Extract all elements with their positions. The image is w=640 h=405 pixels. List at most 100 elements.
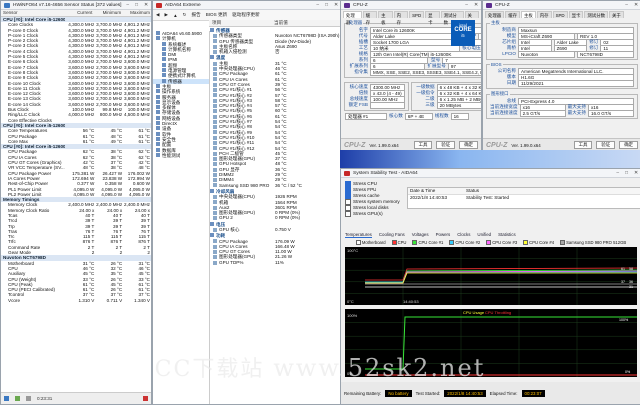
- legend-label: Motherboard: [361, 240, 386, 245]
- legend-item[interactable]: CPU Core #4: [523, 240, 554, 246]
- minimize-icon[interactable]: –: [616, 171, 619, 176]
- tools-button[interactable]: 工具: [413, 141, 433, 149]
- tab-1[interactable]: Cooling Fans: [379, 232, 405, 238]
- stability-titlebar[interactable]: System Stability Test - AIDA64 – □ ✕: [341, 169, 640, 178]
- minimize-icon[interactable]: –: [126, 3, 129, 8]
- sensor-item-value: 36 °C / 52 °C: [275, 182, 302, 188]
- sensor-item-label: DIMM2: [219, 172, 234, 178]
- sensor-row[interactable]: Vcore 1.310 V 0.711 V 1.340 V: [1, 298, 151, 303]
- tab-3[interactable]: Powers: [436, 232, 451, 238]
- log-icon[interactable]: [15, 396, 20, 401]
- tab-6[interactable]: 测试分数: [440, 11, 464, 25]
- aida64-title: AIDA64 Extreme: [165, 2, 201, 8]
- sensor-item[interactable]: GPU TDP% 11%: [210, 260, 341, 265]
- legend-item[interactable]: Samsung SSD 980 PRO 512GB: [560, 240, 626, 246]
- tab-6[interactable]: Statistics: [498, 232, 516, 238]
- up-icon[interactable]: ▲: [173, 13, 178, 18]
- col-minimum[interactable]: Minimum: [93, 10, 122, 16]
- settings-icon[interactable]: [26, 396, 31, 401]
- event-datetime: 2022/1/8 14:40:53: [410, 195, 448, 200]
- hwinfo-titlebar[interactable]: HWiNFO64 v7.16-4656 Sensor Status [372 v…: [1, 1, 151, 10]
- sensor-item-label: GPU Hotspot: [219, 161, 247, 167]
- legend-item[interactable]: CPU Core #2: [449, 240, 480, 246]
- tab-4[interactable]: SPD: [409, 11, 425, 18]
- tab-3[interactable]: 内存: [536, 11, 552, 18]
- stop-icon[interactable]: [143, 396, 148, 401]
- legend-item[interactable]: CPU: [391, 240, 406, 246]
- event-log-row[interactable]: 2022/1/8 14:40:53 Stability Test: Starte…: [408, 195, 640, 200]
- maximize-icon[interactable]: □: [135, 3, 138, 8]
- validate-button[interactable]: 验证: [436, 141, 456, 149]
- tab-4[interactable]: SPD: [552, 11, 568, 18]
- sensor-item-name: Samsung SSD 980 PRO: [210, 183, 275, 188]
- reset-icon[interactable]: [4, 396, 9, 401]
- sensor-item[interactable]: 机箱入侵检测 否: [210, 49, 341, 54]
- close-icon[interactable]: ✕: [634, 3, 638, 8]
- driver-update-button[interactable]: 驱动程序更新: [232, 12, 260, 18]
- ok-button[interactable]: 确定: [459, 141, 478, 149]
- tab-2[interactable]: 主板: [520, 11, 536, 18]
- tab-4[interactable]: Clocks: [457, 232, 470, 238]
- tab-6[interactable]: 测试分数: [584, 11, 608, 18]
- sensor-item[interactable]: GPU 2 0 RPM (0%): [210, 215, 341, 220]
- legend-item[interactable]: CPU Core #1: [412, 240, 443, 246]
- col-item[interactable]: 项目: [209, 20, 274, 26]
- tab-2[interactable]: 主板: [378, 11, 393, 25]
- tab-0[interactable]: Temperatures: [345, 232, 372, 238]
- refresh-icon[interactable]: ↻: [183, 12, 187, 18]
- minimize-icon[interactable]: –: [316, 3, 319, 8]
- tab-0[interactable]: 处理器: [343, 11, 362, 25]
- col-current[interactable]: Current: [65, 10, 94, 16]
- col-sensor[interactable]: Sensor: [1, 10, 65, 16]
- maximize-icon[interactable]: □: [625, 171, 628, 176]
- tab-3[interactable]: 内存: [393, 11, 409, 25]
- sensor-icon: [213, 135, 217, 140]
- processor-select[interactable]: 处理器 #1: [345, 113, 387, 120]
- tab-1[interactable]: 缓存: [505, 11, 520, 18]
- legend-item[interactable]: Motherboard: [355, 240, 386, 246]
- col-value[interactable]: 当前值: [274, 20, 288, 26]
- sensor-icon: [213, 183, 217, 188]
- stress-option-label: Stress GPU(s): [353, 211, 383, 216]
- elapsed-label: Elapsed Time:: [489, 390, 518, 396]
- stress-option[interactable]: Stress GPU(s): [345, 211, 405, 217]
- cpuz2-titlebar[interactable]: CPU-Z – ✕: [483, 1, 640, 10]
- back-icon[interactable]: ◀: [156, 12, 160, 18]
- tab-5[interactable]: 显卡: [425, 11, 440, 25]
- tab-7[interactable]: 关于: [608, 11, 624, 18]
- forward-icon[interactable]: ▶: [165, 12, 169, 18]
- sensor-item[interactable]: Samsung SSD 980 PRO 36 °C / 52 °C: [210, 183, 341, 188]
- col-status[interactable]: Status: [466, 188, 479, 194]
- close-icon[interactable]: ✕: [634, 171, 638, 176]
- close-icon[interactable]: ✕: [144, 3, 148, 8]
- aida64-nav-tree[interactable]: AIDA64 v6.60.5900 计算机 系统概述 计算机名称 DMI IPMI 超频 电源…: [153, 31, 210, 404]
- field-label: LPCIO: [502, 51, 516, 56]
- sensor-icon: [213, 216, 217, 221]
- sensor-item[interactable]: GPU 核心 0.750 V: [210, 227, 341, 232]
- checkbox[interactable]: [345, 211, 351, 217]
- col-maximum[interactable]: Maximum: [122, 10, 151, 16]
- legend-item[interactable]: CPU Core #3: [486, 240, 517, 246]
- minimize-icon[interactable]: –: [465, 3, 468, 8]
- nav-tree-item[interactable]: 性能测试: [153, 152, 209, 158]
- report-button[interactable]: 报告: [192, 12, 201, 18]
- tab-1[interactable]: 缓存: [362, 11, 378, 25]
- tab-5[interactable]: Unified: [477, 232, 491, 238]
- minimize-icon[interactable]: –: [625, 3, 628, 8]
- validate-button[interactable]: 验证: [596, 141, 616, 149]
- aida64-titlebar[interactable]: AIDA64 Extreme – □ ✕: [153, 1, 341, 10]
- close-icon[interactable]: ✕: [474, 3, 478, 8]
- cpuz1-titlebar[interactable]: CPU-Z – ✕: [341, 1, 481, 10]
- tab-5[interactable]: 显卡: [568, 11, 584, 18]
- col-datetime[interactable]: Date & Time: [408, 188, 466, 194]
- maximize-icon[interactable]: □: [325, 3, 328, 8]
- sensor-list[interactable]: CPU [#0]: Intel Core i5-12600K: Cl...Cor…: [1, 17, 151, 393]
- tab-7[interactable]: 关于: [464, 11, 479, 25]
- tools-button[interactable]: 工具: [573, 141, 593, 149]
- tree-node-icon: [156, 152, 160, 157]
- bios-update-button[interactable]: BIOS 更新: [206, 12, 227, 18]
- tab-2[interactable]: Voltages: [412, 232, 429, 238]
- close-icon[interactable]: ✕: [334, 3, 338, 8]
- ok-button[interactable]: 确定: [619, 141, 638, 149]
- tab-0[interactable]: 处理器: [485, 11, 505, 18]
